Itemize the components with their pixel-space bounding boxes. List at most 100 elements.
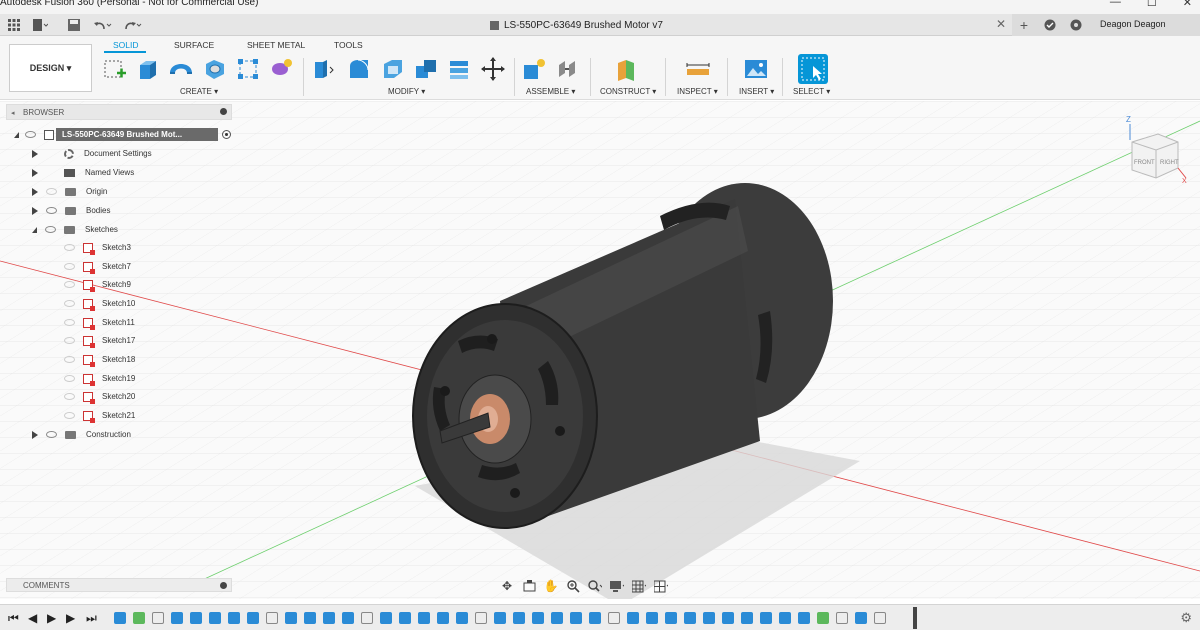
move-icon[interactable] — [480, 56, 506, 82]
timeline-feature[interactable] — [627, 612, 639, 624]
visibility-eye-icon[interactable] — [64, 244, 75, 251]
visibility-eye-icon[interactable] — [64, 319, 75, 326]
play-icon[interactable]: ▶ — [47, 611, 56, 625]
comments-toggle-icon[interactable] — [220, 582, 227, 589]
browser-header[interactable]: ◂ BROWSER — [6, 104, 232, 120]
timeline-feature[interactable] — [722, 612, 734, 624]
sketch-item[interactable]: Sketch3 — [64, 239, 131, 256]
timeline-feature[interactable] — [342, 612, 354, 624]
sketch-item[interactable]: Sketch18 — [64, 351, 135, 368]
viewports-icon[interactable] — [654, 579, 668, 593]
pattern-icon[interactable] — [235, 56, 261, 82]
orbit-icon[interactable]: ✥ — [500, 579, 514, 593]
construct-menu[interactable]: CONSTRUCT ▾ — [600, 87, 656, 96]
create-form-icon[interactable] — [268, 56, 294, 82]
new-tab-plus-icon[interactable]: + — [1016, 17, 1032, 33]
go-to-end-icon[interactable]: ⏭ — [86, 611, 97, 626]
browser-item-sketches[interactable]: Sketches — [32, 221, 118, 238]
timeline-feature[interactable] — [665, 612, 677, 624]
timeline-feature[interactable] — [361, 612, 373, 624]
press-pull-icon[interactable] — [312, 56, 338, 82]
expand-triangle-icon[interactable] — [32, 206, 38, 215]
step-back-icon[interactable]: ◀ — [28, 611, 37, 625]
file-icon[interactable] — [30, 17, 50, 33]
timeline-feature[interactable] — [418, 612, 430, 624]
browser-item-named-views[interactable]: Named Views — [32, 164, 134, 181]
timeline-feature[interactable] — [855, 612, 867, 624]
browser-item-construction[interactable]: Construction — [32, 426, 131, 443]
timeline-feature[interactable] — [399, 612, 411, 624]
visibility-eye-icon[interactable] — [64, 375, 75, 382]
timeline-feature[interactable] — [285, 612, 297, 624]
timeline-feature[interactable] — [133, 612, 145, 624]
modify-menu[interactable]: MODIFY ▾ — [388, 87, 425, 96]
timeline-feature[interactable] — [874, 612, 886, 624]
timeline-feature[interactable] — [190, 612, 202, 624]
timeline-feature[interactable] — [323, 612, 335, 624]
expand-triangle-icon[interactable] — [32, 168, 38, 177]
timeline-feature[interactable] — [741, 612, 753, 624]
expand-triangle-icon[interactable] — [32, 430, 38, 439]
hole-icon[interactable] — [202, 56, 228, 82]
joint-icon[interactable] — [556, 56, 582, 82]
timeline-marker[interactable] — [913, 607, 917, 629]
step-forward-icon[interactable]: ▶ — [66, 611, 75, 625]
browser-pin-icon[interactable] — [220, 108, 227, 115]
redo-icon[interactable] — [122, 17, 144, 33]
timeline-feature[interactable] — [114, 612, 126, 624]
sketch-item[interactable]: Sketch21 — [64, 407, 135, 424]
zoom-icon[interactable] — [566, 579, 580, 593]
select-icon[interactable] — [798, 54, 828, 84]
tab-sheet-metal[interactable]: SHEET METAL — [247, 40, 305, 50]
timeline-feature[interactable] — [779, 612, 791, 624]
create-menu[interactable]: CREATE ▾ — [180, 87, 218, 96]
timeline-feature[interactable] — [798, 612, 810, 624]
inspect-menu[interactable]: INSPECT ▾ — [677, 87, 718, 96]
visibility-eye-icon[interactable] — [25, 131, 36, 138]
fit-zoom-icon[interactable] — [588, 579, 602, 593]
timeline-feature[interactable] — [646, 612, 658, 624]
pan-hand-icon[interactable]: ✋ — [544, 579, 559, 593]
timeline-feature[interactable] — [209, 612, 221, 624]
timeline-feature[interactable] — [570, 612, 582, 624]
visibility-eye-icon[interactable] — [64, 281, 75, 288]
collapse-chevron-icon[interactable]: ◂ — [11, 109, 15, 117]
timeline-feature[interactable] — [171, 612, 183, 624]
timeline-feature[interactable] — [551, 612, 563, 624]
timeline-feature[interactable] — [228, 612, 240, 624]
visibility-eye-icon[interactable] — [64, 356, 75, 363]
visibility-eye-icon[interactable] — [64, 393, 75, 400]
sketch-item[interactable]: Sketch10 — [64, 295, 135, 312]
apps-grid-icon[interactable] — [6, 17, 22, 33]
save-icon[interactable] — [66, 17, 82, 33]
select-menu[interactable]: SELECT ▾ — [793, 87, 830, 96]
tab-solid[interactable]: SOLID — [113, 40, 139, 50]
timeline-feature[interactable] — [703, 612, 715, 624]
insert-menu[interactable]: INSERT ▾ — [739, 87, 774, 96]
user-name[interactable]: Deagon Deagon — [1100, 19, 1166, 29]
grid-settings-icon[interactable] — [632, 579, 646, 593]
expand-triangle-icon[interactable] — [32, 149, 38, 158]
minimize-button[interactable]: — — [1110, 0, 1121, 9]
timeline-settings-icon[interactable]: ⚙ — [1180, 610, 1192, 626]
sketch-item[interactable]: Sketch19 — [64, 370, 135, 387]
activate-radio-icon[interactable] — [222, 130, 231, 139]
close-button[interactable]: ✕ — [1183, 0, 1192, 9]
browser-item-origin[interactable]: Origin — [32, 183, 107, 200]
timeline-feature[interactable] — [513, 612, 525, 624]
timeline-feature[interactable] — [380, 612, 392, 624]
tab-surface[interactable]: SURFACE — [174, 40, 214, 50]
offset-face-icon[interactable] — [447, 56, 473, 82]
sketch-item[interactable]: Sketch17 — [64, 332, 135, 349]
display-settings-icon[interactable] — [610, 579, 624, 593]
help-icon[interactable] — [1068, 17, 1084, 33]
assemble-menu[interactable]: ASSEMBLE ▾ — [526, 87, 575, 96]
timeline-feature[interactable] — [456, 612, 468, 624]
go-to-start-icon[interactable]: ⏮ — [8, 611, 19, 626]
measure-icon[interactable] — [685, 56, 711, 82]
new-component-icon[interactable] — [522, 56, 548, 82]
sketch-item[interactable]: Sketch9 — [64, 276, 131, 293]
timeline-feature[interactable] — [266, 612, 278, 624]
visibility-eye-icon[interactable] — [64, 300, 75, 307]
timeline-feature[interactable] — [836, 612, 848, 624]
